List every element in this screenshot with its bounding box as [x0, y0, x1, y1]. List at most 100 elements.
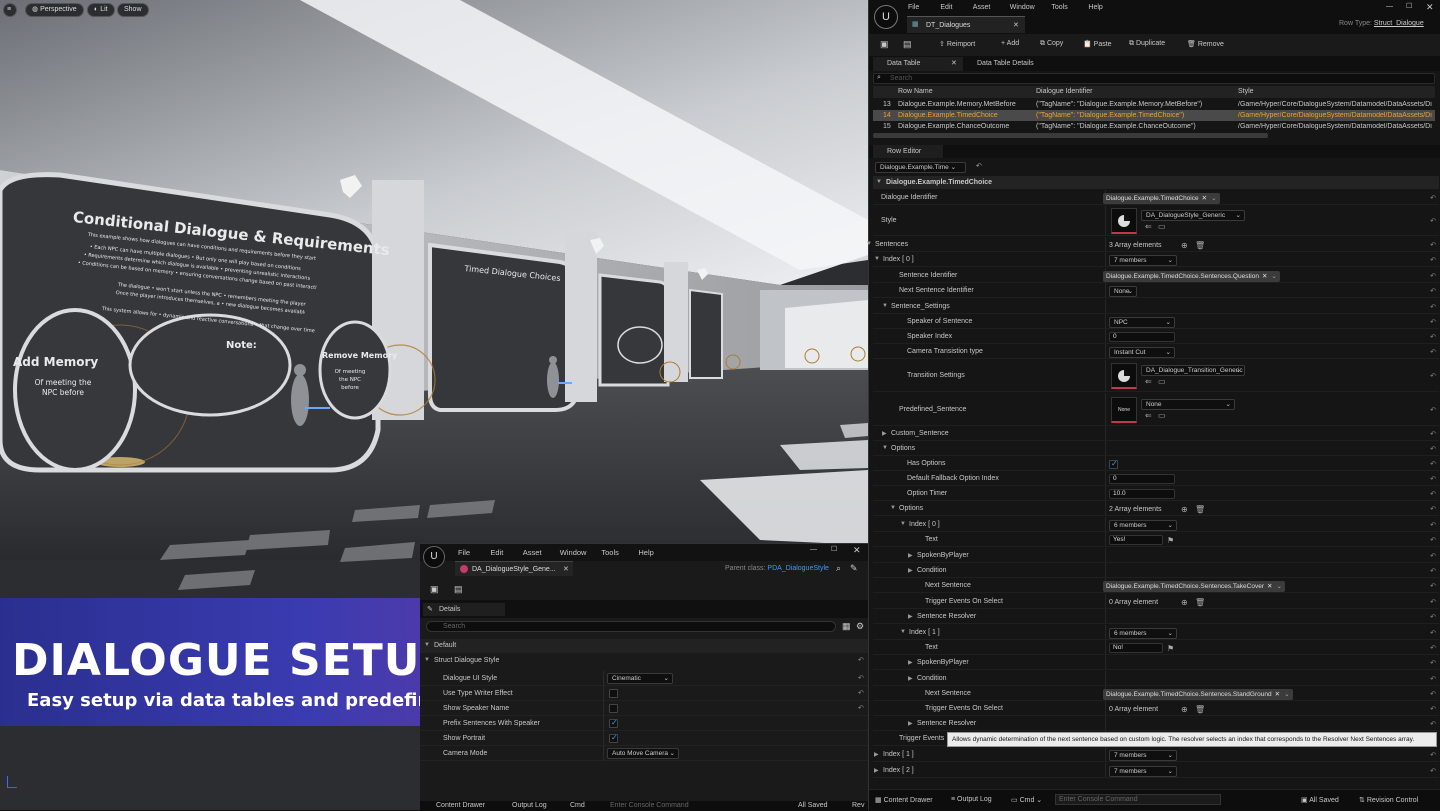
property-dropdown[interactable]: 7 members ⌄	[1109, 749, 1177, 761]
menu-item-asset[interactable]: Asset	[973, 4, 991, 11]
reset-to-default-icon[interactable]: ↶	[1430, 629, 1436, 637]
menu-item-tools[interactable]: Tools	[601, 548, 619, 557]
collapsed-arrow-icon[interactable]: ▶	[908, 567, 913, 574]
add-element-icon[interactable]: ⊕	[1181, 705, 1188, 714]
maximize-icon[interactable]: ☐	[1406, 2, 1412, 10]
chevron-down-icon[interactable]: ⌄	[1211, 195, 1216, 202]
perspective-button[interactable]: ◍ Perspective	[25, 3, 84, 17]
tab-close-icon[interactable]: ✕	[1013, 21, 1019, 29]
sm-prop-checkbox[interactable]	[609, 689, 618, 698]
column-splitter[interactable]	[1105, 237, 1106, 251]
trash-icon[interactable]: 🗑	[1195, 705, 1205, 714]
reset-to-default-icon[interactable]: ↶	[1430, 194, 1436, 202]
column-splitter[interactable]	[1105, 486, 1106, 500]
property-row-next-sentence[interactable]: Next Sentence Dialogue.Example.TimedChoic…	[873, 686, 1439, 701]
revision-control-button[interactable]: ⇅ Revision Control	[1359, 796, 1418, 804]
console-input[interactable]: Enter Console Command	[1055, 794, 1221, 805]
reset-to-default-icon[interactable]: ↶	[1430, 613, 1436, 621]
content-drawer-button[interactable]: ▦ Content Drawer	[875, 796, 933, 804]
remove-button[interactable]: 🗑 Remove	[1187, 40, 1224, 48]
text-input[interactable]: Yes!	[1109, 534, 1163, 545]
details-tab[interactable]: ✎ Details	[423, 603, 505, 616]
column-splitter[interactable]	[1105, 252, 1106, 266]
gameplay-tag-pill[interactable]: Dialogue.Example.TimedChoice.Sentences.T…	[1103, 580, 1285, 592]
reset-to-default-icon[interactable]: ↶	[1430, 490, 1436, 498]
sm-cmd-button[interactable]: Cmd	[570, 802, 585, 809]
expand-arrow-icon[interactable]: ▼	[900, 629, 906, 635]
chevron-down-icon[interactable]: ⌄	[1271, 273, 1276, 280]
property-input[interactable]: 10.0	[1109, 488, 1175, 499]
reset-to-default-icon[interactable]: ↶	[1430, 406, 1436, 414]
collapsed-arrow-icon[interactable]: ▶	[908, 720, 913, 727]
property-row-trigger[interactable]: Trigger Events On Select 0 Array element ⊕…	[873, 594, 1439, 609]
reset-to-default-icon[interactable]: ↶	[1430, 521, 1436, 529]
save-icon[interactable]: ▣	[430, 584, 439, 595]
column-splitter[interactable]	[1105, 655, 1106, 669]
text-input[interactable]: No!	[1109, 642, 1163, 653]
reimport-button[interactable]: ⇪ Reimport	[939, 40, 975, 48]
property-row-sent-id[interactable]: Sentence Identifier Dialogue.Example.Time…	[873, 268, 1439, 283]
trash-icon[interactable]: 🗑	[1195, 505, 1205, 514]
sm-prop-dropdown[interactable]: Auto Move Camera ⌄	[607, 748, 679, 759]
all-saved-button[interactable]: ▣ All Saved	[1301, 796, 1339, 804]
sm-all-saved[interactable]: All Saved	[798, 802, 828, 809]
browse-folder-icon[interactable]: ▭	[1158, 411, 1166, 420]
property-row-resolver[interactable]: ▶ Sentence Resolver ↶	[873, 609, 1439, 624]
property-row-text[interactable]: Text Yes! ⚑ ↶	[873, 532, 1439, 547]
property-dropdown[interactable]: None ⌄	[1109, 285, 1137, 297]
sm-prop-dropdown[interactable]: Cinematic ⌄	[607, 673, 673, 684]
reset-to-default-icon[interactable]: ↶	[1430, 552, 1436, 560]
browse-folder-icon[interactable]: ▭	[1158, 222, 1166, 231]
viewport-menu-button[interactable]: ≡	[3, 3, 17, 17]
grid-view-icon[interactable]: ▦	[842, 621, 851, 632]
property-row-custom[interactable]: ▶ Custom_Sentence ↶	[873, 426, 1439, 441]
sm-revision[interactable]: Rev	[852, 802, 864, 809]
property-row-timer[interactable]: Option Timer 10.0 ↶	[873, 486, 1439, 501]
property-dropdown[interactable]: 7 members ⌄	[1109, 765, 1177, 777]
gameplay-tag-pill[interactable]: Dialogue.Example.TimedChoice.Sentences.Q…	[1103, 270, 1280, 282]
property-row-sentences[interactable]: ▼ Sentences 3 Array elements ⊕ 🗑 ↶	[866, 237, 1439, 252]
output-log-button[interactable]: ≡ Output Log	[951, 796, 992, 803]
menu-item-edit[interactable]: Edit	[490, 548, 503, 557]
property-row-has-options[interactable]: Has Options ↶	[873, 456, 1439, 471]
reset-to-default-icon[interactable]: ↶	[1430, 644, 1436, 652]
column-splitter[interactable]	[1105, 426, 1106, 440]
sm-prop-checkbox[interactable]	[609, 718, 618, 728]
menu-item-window[interactable]: Window	[560, 548, 587, 557]
column-splitter[interactable]	[1105, 501, 1106, 515]
re-search-input[interactable]: ⌕ Search	[873, 73, 1435, 84]
sm-console-input[interactable]: Enter Console Command	[610, 802, 689, 809]
column-splitter[interactable]	[1105, 471, 1106, 485]
reset-to-default-icon[interactable]: ↶	[1430, 430, 1436, 438]
settings-gear-icon[interactable]: ⚙	[856, 621, 864, 632]
table-scrollbar[interactable]	[873, 133, 1268, 138]
property-dropdown[interactable]: NPC ⌄	[1109, 316, 1175, 328]
reset-to-default-icon[interactable]: ↶	[1430, 460, 1436, 468]
tag-remove-icon[interactable]: ✕	[1267, 583, 1272, 590]
tag-remove-icon[interactable]: ✕	[1275, 691, 1280, 698]
close-icon[interactable]: ✕	[1426, 2, 1434, 13]
row-editor-tab[interactable]: Row Editor	[873, 145, 943, 158]
property-row-condition[interactable]: ▶ Condition ↶	[873, 671, 1439, 686]
sm-search-input[interactable]: Search	[426, 621, 836, 632]
save-icon[interactable]: ▣	[880, 39, 889, 50]
tag-remove-icon[interactable]: ✕	[1262, 273, 1267, 280]
property-row-style[interactable]: Style DA_DialogueStyle_Generic ⌄ ⇐ ▭ ↶	[873, 206, 1439, 236]
tab-data-table[interactable]: Data Table ✕	[873, 57, 963, 71]
property-row-spoken[interactable]: ▶ SpokenByPlayer ↶	[873, 655, 1439, 670]
sm-output-log-button[interactable]: Output Log	[512, 802, 547, 809]
tab-data-table-details[interactable]: Data Table Details	[977, 60, 1034, 67]
re-asset-tab[interactable]: ▦ DT_Dialogues ✕	[907, 16, 1025, 33]
reset-to-default-icon[interactable]: ↶	[1430, 445, 1436, 453]
menu-item-help[interactable]: Help	[1088, 4, 1102, 11]
property-dropdown[interactable]: 7 members ⌄	[1109, 254, 1177, 266]
flag-icon[interactable]: ⚑	[1167, 536, 1174, 545]
expand-arrow-icon[interactable]: ▼	[900, 521, 906, 527]
property-dropdown[interactable]: 6 members ⌄	[1109, 519, 1177, 531]
property-row-resolver[interactable]: ▶ Sentence Resolver ↶	[873, 716, 1439, 731]
reset-to-default-icon[interactable]: ↶	[1430, 256, 1436, 264]
collapsed-arrow-icon[interactable]: ▶	[908, 552, 913, 559]
property-dropdown[interactable]: 6 members ⌄	[1109, 627, 1177, 639]
reset-to-default-icon[interactable]: ↶	[1430, 318, 1436, 326]
menu-item-file[interactable]: File	[458, 548, 470, 557]
